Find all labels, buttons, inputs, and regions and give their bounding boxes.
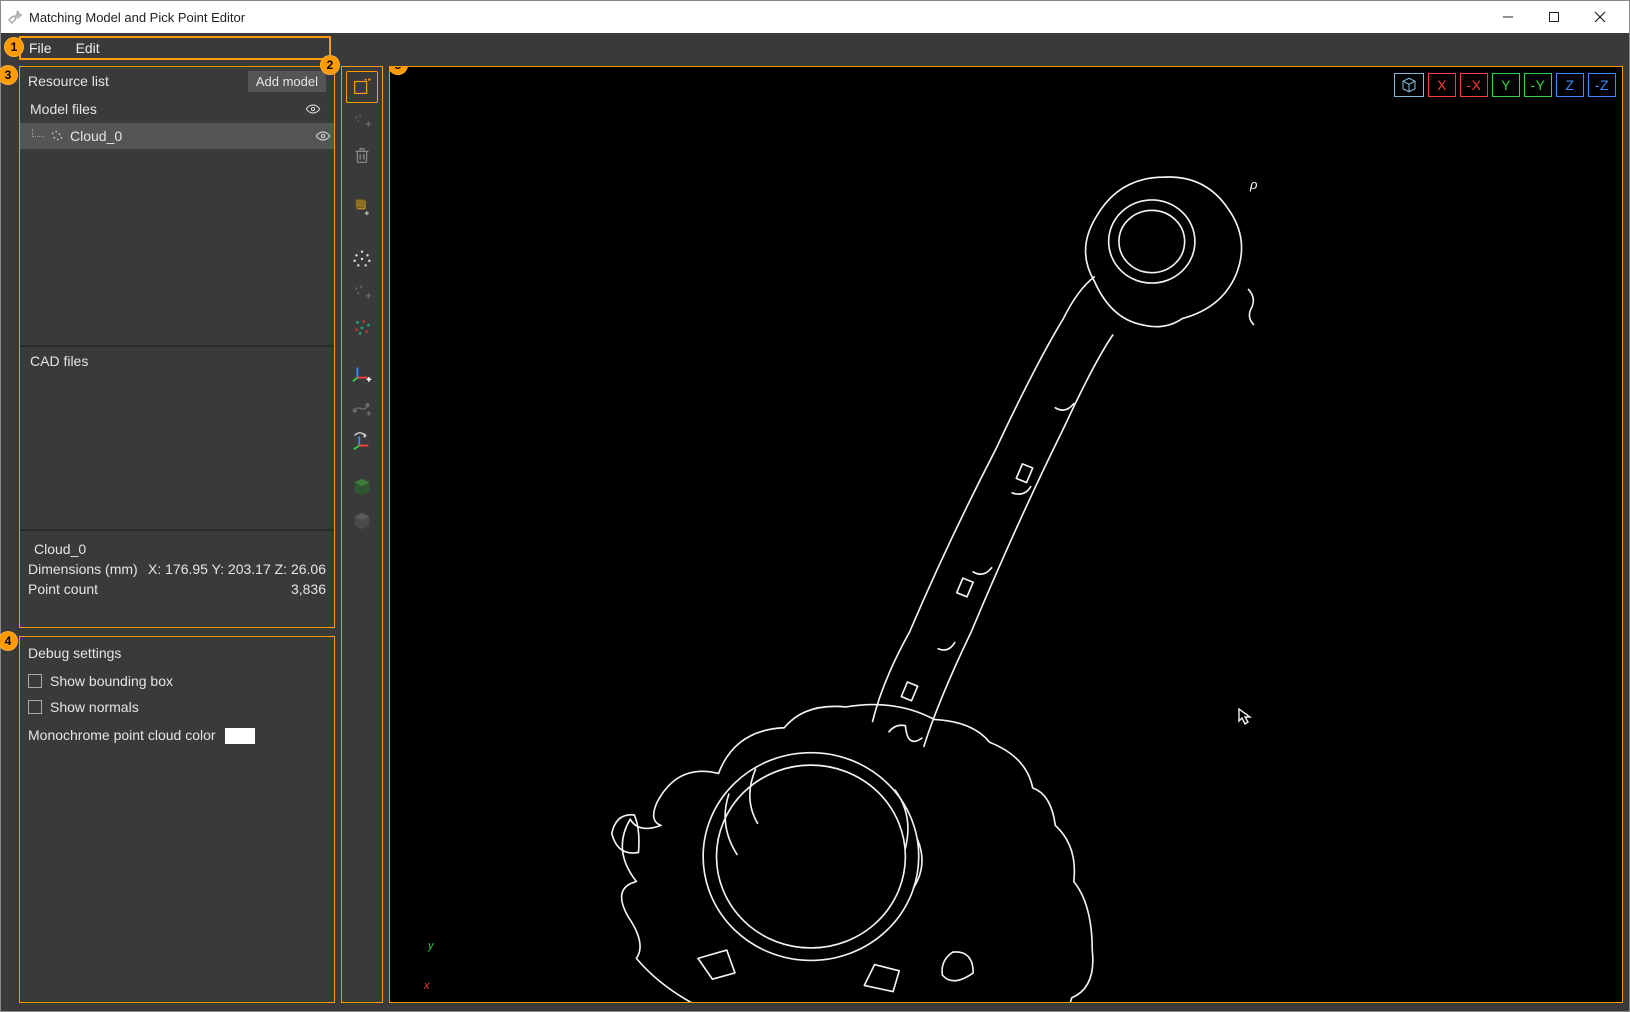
cursor-icon: [1236, 707, 1254, 725]
model-info: Cloud_0 Dimensions (mm) X: 176.95 Y: 203…: [20, 531, 334, 607]
cube-wire-tool[interactable]: [346, 505, 378, 537]
cad-tree: [20, 375, 334, 529]
dimensions-value: X: 176.95 Y: 203.17 Z: 26.06: [148, 561, 326, 577]
add-model-tool[interactable]: [346, 185, 378, 229]
menu-edit[interactable]: Edit: [70, 38, 106, 58]
maximize-button[interactable]: [1531, 1, 1577, 33]
tree-item-label: Cloud_0: [70, 128, 122, 144]
add-points-tool: [346, 277, 378, 309]
cube-solid-tool[interactable]: [346, 471, 378, 503]
resource-panel: 3 Resource list Add model Model files: [19, 66, 335, 628]
debug-panel: 4 Debug settings Show bounding box Show …: [19, 636, 335, 1003]
title-bar: Matching Model and Pick Point Editor: [1, 1, 1629, 33]
add-path-tool: [346, 391, 378, 423]
selected-model-name: Cloud_0: [34, 541, 86, 557]
viewport[interactable]: 5 X -X Y -Y Z -Z: [389, 66, 1623, 1003]
show-bbox-checkbox[interactable]: [28, 674, 42, 688]
callout-2: 2: [320, 55, 340, 75]
point-count-label: Point count: [28, 581, 98, 597]
mono-color-swatch[interactable]: [225, 728, 255, 744]
window-title: Matching Model and Pick Point Editor: [29, 10, 1485, 25]
delete-tool[interactable]: [346, 139, 378, 171]
show-normals-label: Show normals: [50, 699, 139, 715]
point-cloud-icon: [50, 129, 64, 143]
menu-bar-region: File Edit: [19, 36, 331, 60]
close-button[interactable]: [1577, 1, 1623, 33]
toolbar: 2: [341, 66, 383, 1003]
cad-files-label: CAD files: [30, 353, 88, 369]
minimize-button[interactable]: [1485, 1, 1531, 33]
model-files-section[interactable]: Model files: [20, 95, 334, 123]
cad-files-section[interactable]: CAD files: [20, 347, 334, 375]
show-bbox-label: Show bounding box: [50, 673, 173, 689]
tree-item-cloud0[interactable]: Cloud_0: [20, 123, 334, 149]
visibility-icon[interactable]: [312, 128, 334, 144]
point-cloud-tool[interactable]: [346, 243, 378, 275]
visibility-icon[interactable]: [302, 101, 324, 117]
stray-points-icon: ρ: [1250, 177, 1257, 192]
point-cloud-render: [390, 67, 1622, 1002]
callout-1: 1: [4, 37, 24, 57]
callout-4: 4: [0, 631, 18, 651]
dimensions-label: Dimensions (mm): [28, 561, 138, 577]
model-files-label: Model files: [30, 101, 97, 117]
stray-points-icon: [1242, 287, 1260, 327]
add-frame-tool[interactable]: [346, 357, 378, 389]
show-normals-checkbox[interactable]: [28, 700, 42, 714]
add-model-button[interactable]: Add model: [248, 71, 326, 92]
debug-title: Debug settings: [28, 645, 326, 661]
rgb-points-tool[interactable]: [346, 311, 378, 343]
wrench-icon: [7, 9, 23, 25]
orient-frame-tool[interactable]: [346, 425, 378, 457]
callout-3: 3: [0, 65, 18, 85]
model-tree: Cloud_0: [20, 123, 334, 345]
add-tool-disabled: [346, 105, 378, 137]
point-count-value: 3,836: [291, 581, 326, 597]
menu-file[interactable]: File: [23, 38, 58, 58]
mono-color-label: Monochrome point cloud color: [28, 727, 216, 743]
resource-list-title: Resource list: [28, 73, 109, 89]
rectangle-select-tool[interactable]: [346, 71, 378, 103]
